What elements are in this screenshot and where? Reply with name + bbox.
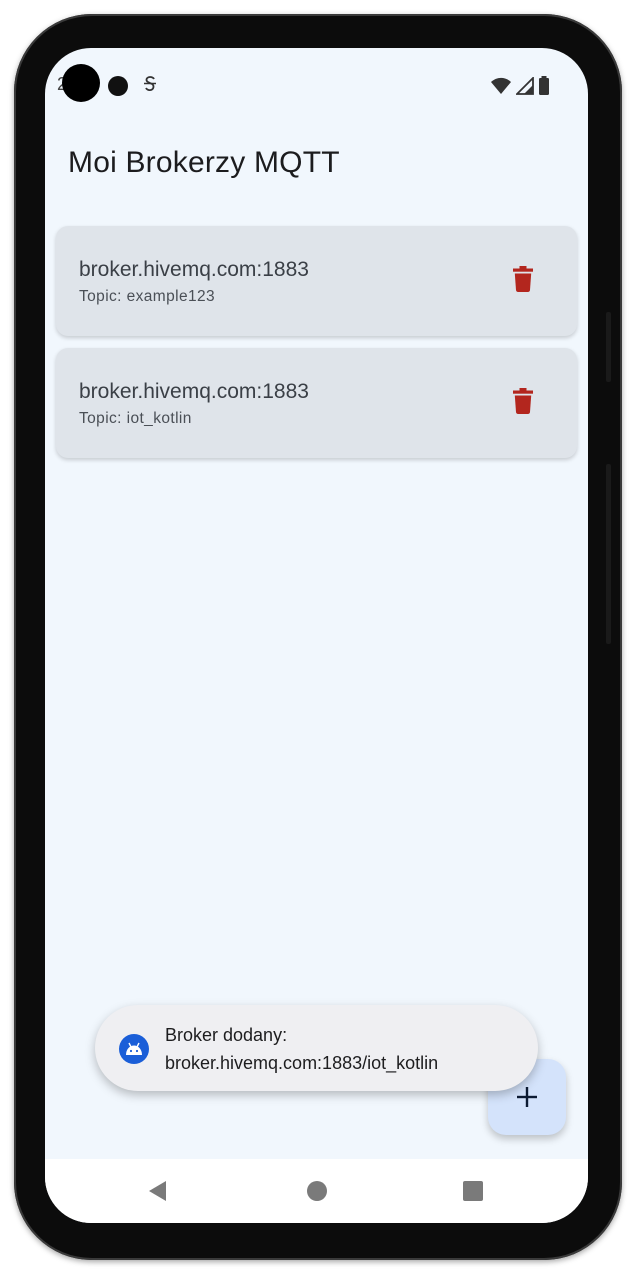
nav-back-button[interactable]: [128, 1159, 188, 1223]
page-title: Moi Brokerzy MQTT: [68, 146, 340, 179]
delete-button[interactable]: [503, 380, 543, 422]
cellular-signal-icon: [514, 75, 534, 100]
broker-topic: Topic: example123: [79, 288, 216, 305]
delete-button[interactable]: [503, 258, 543, 300]
status-bar: 2: [45, 70, 588, 102]
toast-message: Broker dodany: broker.hivemq.com:1883/io…: [95, 1005, 538, 1091]
broker-card[interactable]: broker.hivemq.com:1883 Topic: iot_kotlin: [56, 348, 577, 458]
broker-host: broker.hivemq.com:1883: [79, 258, 309, 281]
screen: 2 Moi Brokerzy MQTT broker.hivemq.com:18…: [45, 48, 588, 1223]
android-icon: [119, 1034, 149, 1064]
wifi-icon: [490, 77, 512, 100]
battery-icon: [538, 76, 550, 101]
broker-topic: Topic: iot_kotlin: [79, 410, 192, 427]
broker-card[interactable]: broker.hivemq.com:1883 Topic: example123: [56, 226, 577, 336]
s-notification-icon: [143, 75, 157, 98]
recording-dot-icon: [108, 76, 128, 96]
broker-list: broker.hivemq.com:1883 Topic: example123…: [56, 226, 577, 470]
toast-line-2: broker.hivemq.com:1883/iot_kotlin: [165, 1053, 439, 1073]
volume-rocker: [606, 464, 611, 644]
toast-line-1: Broker dodany:: [165, 1025, 288, 1045]
toast-text: Broker dodany: broker.hivemq.com:1883/io…: [165, 1021, 438, 1077]
recents-icon: [463, 1181, 483, 1201]
trash-icon: [513, 388, 533, 414]
back-icon: [149, 1181, 166, 1201]
nav-home-button[interactable]: [287, 1159, 347, 1223]
status-icons: [490, 75, 550, 101]
front-camera: [62, 64, 100, 102]
trash-icon: [513, 266, 533, 292]
power-button: [606, 312, 611, 382]
broker-host: broker.hivemq.com:1883: [79, 380, 309, 403]
plus-icon: [517, 1087, 537, 1107]
home-icon: [307, 1181, 327, 1201]
nav-recents-button[interactable]: [443, 1159, 503, 1223]
navigation-bar: [45, 1159, 588, 1223]
